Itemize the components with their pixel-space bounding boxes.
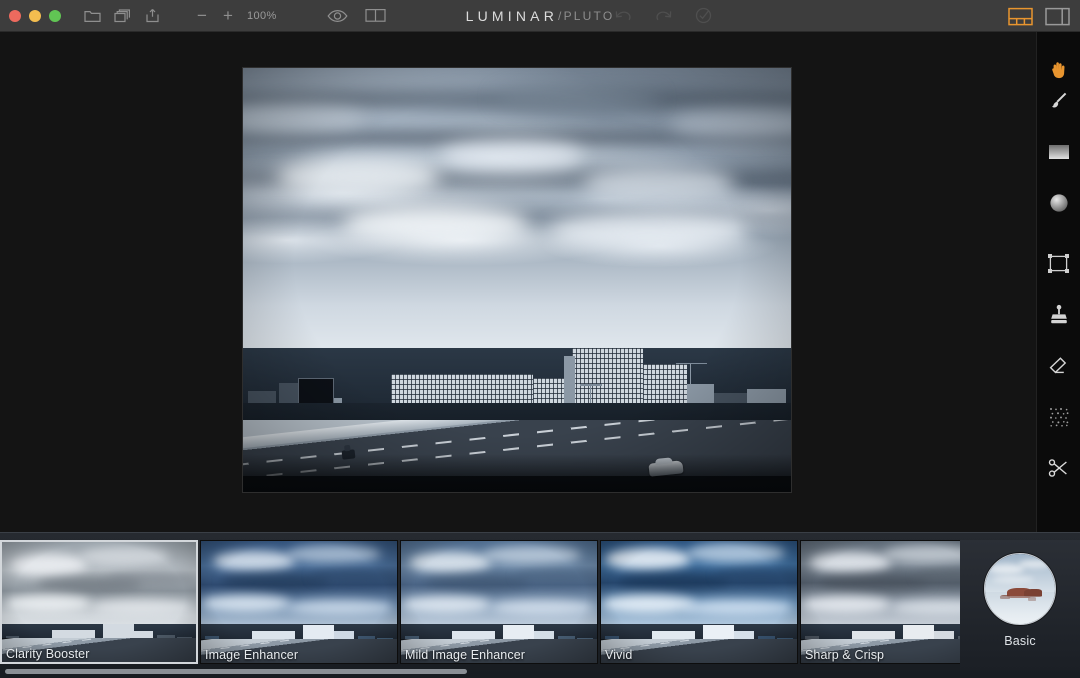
zoom-controls: − + 100% xyxy=(189,7,277,24)
preset-label: Sharp & Crisp xyxy=(805,648,885,662)
hand-icon[interactable] xyxy=(1042,54,1076,85)
preset-label: Image Enhancer xyxy=(205,648,299,662)
history-check-icon[interactable] xyxy=(689,5,719,27)
preset-item[interactable]: Sharp & Crisp xyxy=(800,540,960,664)
preset-category-label: Basic xyxy=(1004,634,1036,648)
eraser-icon[interactable] xyxy=(1042,350,1076,381)
redo-icon[interactable] xyxy=(649,5,679,27)
preset-label: Vivid xyxy=(605,648,633,662)
folder-icon[interactable] xyxy=(77,5,107,27)
minimize-button[interactable] xyxy=(29,9,41,22)
preset-item[interactable]: Mild Image Enhancer xyxy=(400,540,598,664)
presets-filmstrip: Clarity Booster Image Enhancer Mild Imag… xyxy=(0,532,1080,678)
crop-frame-icon[interactable] xyxy=(1042,248,1076,279)
scissors-icon[interactable] xyxy=(1042,452,1076,483)
brand-name: LUMINAR xyxy=(465,8,559,24)
grain-dots-icon[interactable] xyxy=(1042,401,1076,432)
luminar-window: − + 100% LUMINAR /PLUTO Clarity Booster … xyxy=(0,0,1080,678)
zoom-level-label[interactable]: 100% xyxy=(247,10,277,22)
titlebar: − + 100% LUMINAR /PLUTO xyxy=(0,0,1080,32)
compare-split-icon[interactable] xyxy=(361,5,391,27)
preset-category-basic[interactable]: Basic xyxy=(960,540,1080,670)
image-canvas[interactable] xyxy=(0,32,1036,532)
filmstrip-toggle-icon[interactable] xyxy=(1005,5,1035,27)
tool-rail xyxy=(1036,32,1080,532)
zoom-out-button[interactable]: − xyxy=(189,7,215,24)
photo-frame[interactable] xyxy=(243,68,791,492)
eye-icon[interactable] xyxy=(323,5,353,27)
sidebar-toggle-icon[interactable] xyxy=(1042,5,1072,27)
preset-label: Clarity Booster xyxy=(6,647,90,661)
stamp-icon[interactable] xyxy=(1042,299,1076,330)
preset-item[interactable]: Image Enhancer xyxy=(200,540,398,664)
share-icon[interactable] xyxy=(137,5,167,27)
preset-label: Mild Image Enhancer xyxy=(405,648,526,662)
close-button[interactable] xyxy=(9,9,21,22)
preset-category-thumbnail xyxy=(984,553,1056,625)
brand-edition: /PLUTO xyxy=(558,9,615,23)
zoom-in-button[interactable]: + xyxy=(215,7,241,24)
layers-icon[interactable] xyxy=(107,5,137,27)
filmstrip-scrollbar[interactable] xyxy=(0,667,1080,676)
edited-photo xyxy=(243,68,791,492)
window-controls xyxy=(9,9,61,22)
maximize-button[interactable] xyxy=(49,9,61,22)
radial-sphere-icon[interactable] xyxy=(1042,187,1076,218)
undo-icon[interactable] xyxy=(609,5,639,27)
preset-item[interactable]: Vivid xyxy=(600,540,798,664)
brush-icon[interactable] xyxy=(1042,85,1076,116)
gradient-icon[interactable] xyxy=(1042,136,1076,167)
presets-list[interactable]: Clarity Booster Image Enhancer Mild Imag… xyxy=(0,540,960,670)
scrollbar-thumb[interactable] xyxy=(5,669,467,674)
preset-item[interactable]: Clarity Booster xyxy=(0,540,198,664)
